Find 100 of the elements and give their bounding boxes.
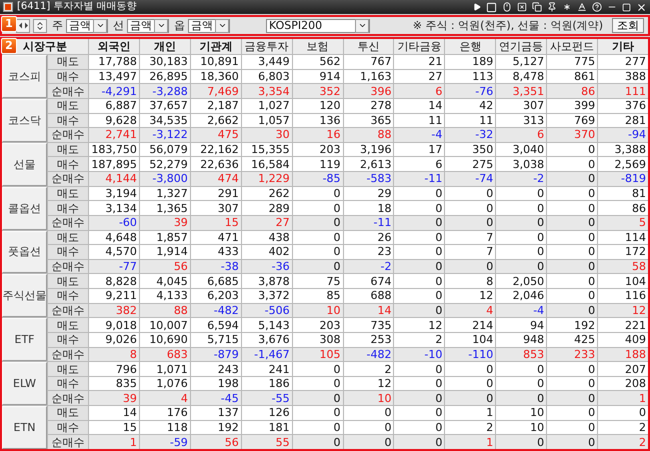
select-label: 옵: [174, 18, 185, 33]
table-cell: 0: [445, 391, 496, 406]
table-cell: 192: [547, 318, 598, 332]
column-header: 기타: [598, 39, 648, 54]
maximize-icon[interactable]: [622, 2, 631, 12]
play-icon[interactable]: [473, 3, 481, 11]
table-cell: 4: [445, 304, 496, 318]
index-combo[interactable]: KOSPI200: [266, 18, 370, 32]
column-header: 외국인: [89, 39, 139, 54]
row-label: 순매수: [48, 304, 88, 318]
asterisk-icon[interactable]: [562, 2, 572, 12]
table-cell: 0: [292, 186, 343, 200]
row-label: 매도: [48, 406, 88, 420]
table-cell: 0: [547, 376, 598, 390]
pin-icon[interactable]: [547, 2, 557, 12]
table-cell: 438: [242, 230, 292, 244]
table-cell: 396: [344, 84, 394, 98]
column-header: 연기금등: [496, 39, 546, 54]
table-cell: -45: [190, 391, 241, 406]
table-cell: -10: [394, 348, 444, 362]
table-cell: 0: [547, 142, 598, 156]
table-cell: 0: [445, 362, 496, 376]
toggle-button[interactable]: [16, 18, 30, 32]
table-cell: 0: [394, 201, 444, 215]
table-cell: 4,648: [89, 230, 139, 244]
table-cell: 39: [140, 216, 190, 230]
table-cell: 402: [242, 245, 292, 259]
table-cell: 30: [242, 128, 292, 142]
table-cell: 105: [292, 348, 343, 362]
table-cell: 5: [598, 216, 648, 230]
table-cell: 104: [445, 332, 496, 347]
table-cell: 0: [496, 376, 546, 390]
table-cell: 2: [598, 435, 648, 449]
table-cell: 4: [140, 391, 190, 406]
table-cell: 207: [598, 362, 648, 376]
table-cell: 0: [394, 376, 444, 390]
table-cell: 11: [445, 114, 496, 128]
font-icon[interactable]: [577, 2, 587, 12]
table-cell: 0: [547, 274, 598, 288]
table-cell: -819: [598, 172, 648, 186]
table-cell: 1,163: [344, 70, 394, 84]
column-header: 보험: [292, 39, 343, 54]
table-cell: 0: [394, 186, 444, 200]
copy-icon[interactable]: [532, 2, 542, 12]
table-cell: 1,365: [140, 201, 190, 215]
close-icon[interactable]: [636, 2, 647, 12]
table-cell: 0: [292, 391, 343, 406]
row-label: 매수: [48, 114, 88, 128]
table-cell: 75: [292, 274, 343, 288]
table-cell: 0: [547, 391, 598, 406]
market-label: 코스피: [2, 55, 47, 98]
table-cell: 0: [547, 157, 598, 172]
amount-select[interactable]: 금액: [127, 18, 169, 32]
table-cell: -2: [344, 260, 394, 274]
table-cell: 0: [292, 435, 343, 449]
updown-icon: [35, 20, 45, 30]
table-cell: 1,229: [242, 172, 292, 186]
table-cell: 0: [292, 406, 343, 420]
table-cell: 17: [394, 142, 444, 156]
table-cell: 29: [344, 186, 394, 200]
table-cell: 233: [547, 348, 598, 362]
table-cell: -76: [445, 84, 496, 98]
spin-button[interactable]: [33, 18, 47, 32]
table-cell: 7: [445, 245, 496, 259]
mouse-icon[interactable]: [502, 2, 512, 12]
help-icon[interactable]: [592, 2, 602, 12]
close-box-icon[interactable]: [517, 2, 527, 12]
table-cell: 4,045: [140, 274, 190, 288]
table-cell: 0: [394, 260, 444, 274]
table-cell: 26: [344, 230, 394, 244]
row-label: 매도: [48, 142, 88, 156]
amount-select[interactable]: 금액: [66, 18, 108, 32]
row-label: 순매수: [48, 172, 88, 186]
column-header: 개인: [140, 39, 190, 54]
box-icon[interactable]: [486, 2, 497, 12]
table-cell: 3,134: [89, 201, 139, 215]
amount-select[interactable]: 금액: [188, 18, 230, 32]
table-cell: -11: [394, 172, 444, 186]
table-cell: 0: [547, 216, 598, 230]
table-cell: 119: [292, 157, 343, 172]
table-cell: 376: [598, 98, 648, 113]
table-cell: 120: [292, 98, 343, 113]
table-cell: 0: [547, 201, 598, 215]
table-cell: 12: [598, 304, 648, 318]
table-cell: 0: [292, 216, 343, 230]
row-label: 매수: [48, 245, 88, 259]
table-cell: 2: [598, 420, 648, 434]
table-cell: 1,914: [140, 245, 190, 259]
search-button[interactable]: 조회: [612, 18, 644, 33]
table-cell: 176: [140, 406, 190, 420]
table-cell: 187,895: [89, 157, 139, 172]
table-cell: 0: [496, 245, 546, 259]
table-cell: 0: [292, 201, 343, 215]
table-cell: 0: [292, 420, 343, 434]
table-cell: 2,662: [190, 114, 241, 128]
table-cell: 0: [547, 435, 598, 449]
table-cell: 0: [394, 406, 444, 420]
table-cell: 0: [394, 274, 444, 288]
table-cell: 796: [89, 362, 139, 376]
table-cell: 241: [242, 362, 292, 376]
